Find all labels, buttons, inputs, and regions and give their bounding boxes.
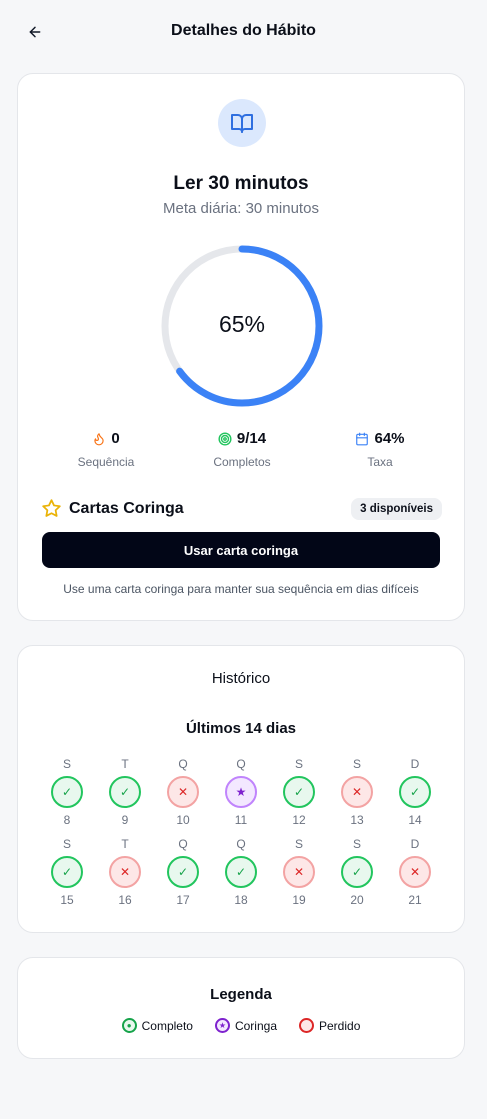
legend-label: Coringa (234, 1018, 277, 1033)
day-status-x-icon: ✕ (283, 856, 315, 888)
legend-item-joker: ★ Coringa (214, 1018, 277, 1033)
legend-item-completed: ● Completo (121, 1018, 193, 1033)
day-status-check-icon: ✓ (167, 856, 199, 888)
day-weekday-label: D (410, 837, 420, 851)
star-icon (42, 499, 61, 517)
lost-dot-icon (299, 1018, 314, 1033)
legend-item-lost: Perdido (299, 1018, 360, 1033)
flame-icon (94, 432, 104, 445)
history-day-17[interactable]: Q ✓ 17 (163, 837, 203, 907)
day-status-check-icon: ✓ (341, 856, 373, 888)
stat-rate: 64% Taxa (310, 430, 450, 469)
day-status-check-icon: ✓ (51, 776, 83, 808)
progress-percent: 65% (218, 311, 266, 337)
day-weekday-label: S (352, 837, 361, 851)
day-weekday-label: S (294, 757, 303, 771)
day-number: 21 (408, 893, 422, 907)
habit-goal: Meta diária: 30 minutos (163, 200, 319, 217)
history-day-9[interactable]: T ✓ 9 (105, 757, 145, 827)
legend-title: Legenda (210, 986, 272, 1003)
day-status-x-icon: ✕ (167, 776, 199, 808)
joker-available-badge: 3 disponíveis (351, 498, 442, 520)
day-status-check-icon: ✓ (51, 856, 83, 888)
day-status-check-icon: ✓ (399, 776, 431, 808)
stat-completed-label: Completos (213, 455, 271, 469)
day-status-x-icon: ✕ (109, 856, 141, 888)
day-weekday-label: S (62, 837, 71, 851)
history-day-11[interactable]: Q ★ 11 (221, 757, 261, 827)
day-number: 18 (234, 893, 248, 907)
day-weekday-label: Q (178, 757, 188, 771)
day-weekday-label: S (294, 837, 303, 851)
day-weekday-label: T (121, 837, 129, 851)
use-joker-card-button[interactable]: Usar carta coringa (42, 532, 440, 568)
completed-dot-icon: ● (121, 1018, 137, 1033)
day-number: 20 (350, 893, 364, 907)
day-number: 13 (350, 813, 364, 827)
day-weekday-label: D (410, 757, 420, 771)
day-weekday-label: S (352, 757, 361, 771)
day-number: 14 (408, 813, 422, 827)
day-number: 11 (234, 813, 248, 827)
day-number: 12 (292, 813, 306, 827)
legend-label: Completo (141, 1018, 193, 1033)
target-icon (218, 431, 232, 446)
joker-cards-title: Cartas Coringa (69, 500, 184, 517)
day-number: 17 (176, 893, 190, 907)
stat-streak: 0 Sequência (36, 430, 176, 469)
history-day-18[interactable]: Q ✓ 18 (221, 837, 261, 907)
book-open-icon (218, 99, 266, 147)
top-bar: Detalhes do Hábito (0, 0, 487, 64)
history-day-16[interactable]: T ✕ 16 (105, 837, 145, 907)
stat-streak-value: 0 (111, 430, 120, 447)
history-day-10[interactable]: Q ✕ 10 (163, 757, 203, 827)
legend-label: Perdido (319, 1018, 361, 1033)
stat-rate-label: Taxa (367, 455, 393, 469)
day-number: 15 (60, 893, 74, 907)
history-day-8[interactable]: S ✓ 8 (47, 757, 87, 827)
day-weekday-label: T (121, 757, 129, 771)
history-day-12[interactable]: S ✓ 12 (279, 757, 319, 827)
page-title: Detalhes do Hábito (171, 22, 316, 39)
habit-title: Ler 30 minutos (173, 173, 309, 194)
history-day-14[interactable]: D ✓ 14 (395, 757, 435, 827)
history-title: Histórico (211, 670, 271, 687)
history-day-13[interactable]: S ✕ 13 (337, 757, 377, 827)
day-weekday-label: Q (236, 837, 246, 851)
history-subtitle: Últimos 14 dias (185, 720, 297, 737)
day-status-check-icon: ✓ (109, 776, 141, 808)
day-weekday-label: S (62, 757, 71, 771)
day-number: 9 (121, 813, 129, 827)
day-number: 19 (292, 893, 306, 907)
history-card: Histórico Últimos 14 dias S ✓ 8 T ✓ 9 Q ✕ 10 Q ★ 11… (17, 645, 465, 933)
history-day-19[interactable]: S ✕ 19 (279, 837, 319, 907)
day-status-check-icon: ✓ (225, 856, 257, 888)
calendar-icon (356, 432, 369, 445)
day-number: 8 (63, 813, 71, 827)
stat-completed: 9/14 Completos (172, 430, 312, 469)
day-number: 16 (118, 893, 132, 907)
habit-summary-card: Ler 30 minutos Meta diária: 30 minutos 6… (17, 73, 465, 621)
day-status-x-icon: ✕ (341, 776, 373, 808)
day-weekday-label: Q (236, 757, 246, 771)
legend-items: ● Completo ★ Coringa Perdido (18, 1018, 464, 1033)
joker-hint: Use uma carta coringa para manter sua se… (63, 582, 419, 596)
history-day-21[interactable]: D ✕ 21 (395, 837, 435, 907)
day-weekday-label: Q (178, 837, 188, 851)
stat-streak-label: Sequência (77, 455, 135, 469)
history-day-15[interactable]: S ✓ 15 (47, 837, 87, 907)
day-number: 10 (176, 813, 190, 827)
joker-star-icon: ★ (214, 1018, 230, 1033)
legend-card: Legenda ● Completo ★ Coringa Perdido (17, 957, 465, 1059)
stat-completed-value: 9/14 (236, 430, 267, 447)
joker-cards-row: Cartas Coringa 3 disponíveis (41, 498, 442, 520)
day-status-check-icon: ✓ (283, 776, 315, 808)
day-status-x-icon: ✕ (399, 856, 431, 888)
history-day-20[interactable]: S ✓ 20 (337, 837, 377, 907)
stat-rate-value: 64% (374, 430, 405, 447)
day-status-star-icon: ★ (225, 776, 257, 808)
